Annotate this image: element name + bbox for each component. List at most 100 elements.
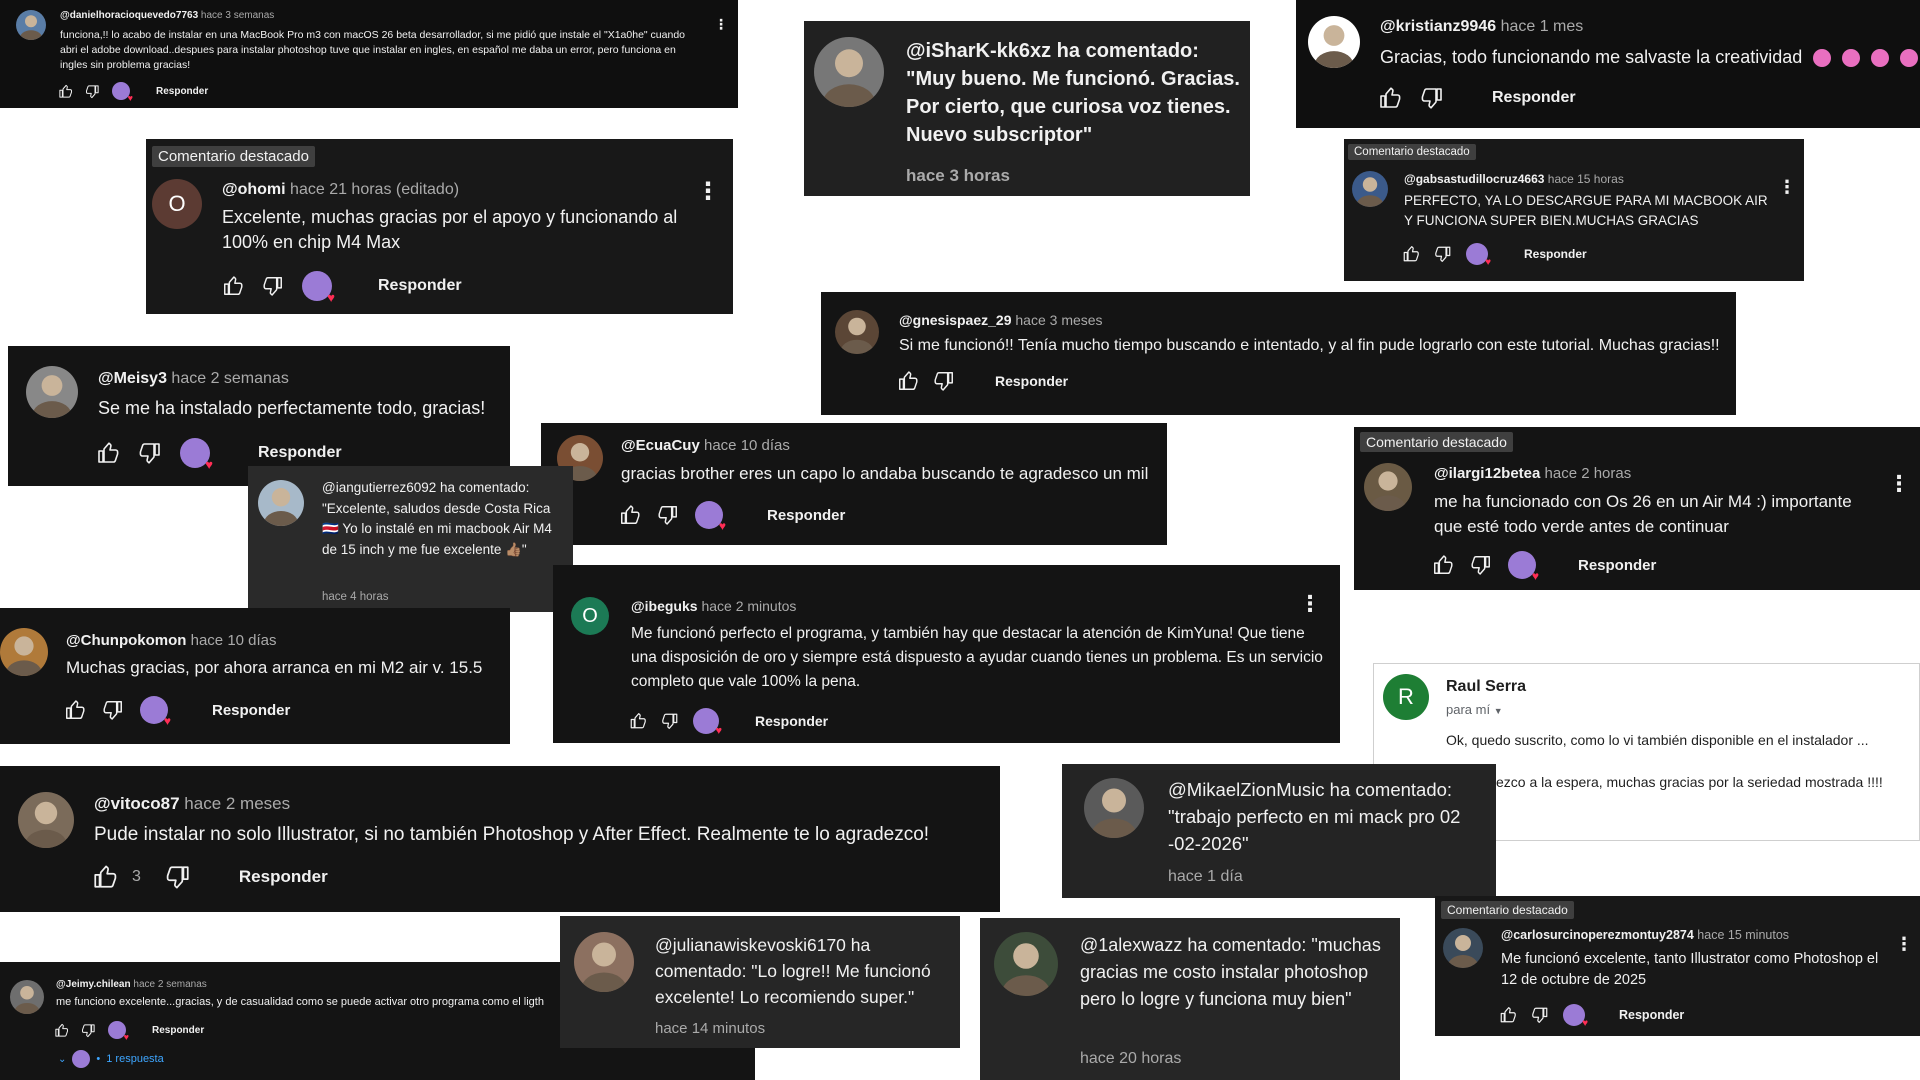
avatar[interactable] xyxy=(0,628,48,676)
comment-time: hace 15 minutos xyxy=(1697,928,1790,942)
creator-heart-icon: ♥ xyxy=(1466,243,1491,268)
comment-username[interactable]: @gnesispaez_29 xyxy=(899,312,1012,328)
comment-time: hace 2 horas xyxy=(1544,465,1632,482)
person-icon xyxy=(16,10,46,40)
avatar[interactable] xyxy=(1084,778,1144,838)
avatar[interactable] xyxy=(1364,463,1412,511)
reply-button[interactable]: Responder xyxy=(755,713,828,729)
more-options-icon[interactable]: ⋮ xyxy=(1888,471,1910,497)
comment-username[interactable]: @Jeimy.chilean xyxy=(56,979,131,990)
comment-username[interactable]: @ibeguks xyxy=(631,598,698,614)
like-icon[interactable] xyxy=(92,864,118,890)
dislike-icon[interactable] xyxy=(81,1023,96,1038)
avatar[interactable] xyxy=(1443,928,1483,968)
creator-heart-icon: ♥ xyxy=(693,708,722,737)
dislike-icon[interactable] xyxy=(102,699,124,721)
reply-button[interactable]: Responder xyxy=(258,444,342,462)
avatar[interactable] xyxy=(16,10,46,40)
reply-button[interactable]: Responder xyxy=(239,867,328,887)
person-icon xyxy=(1352,171,1388,207)
dislike-icon[interactable] xyxy=(1420,86,1444,110)
dislike-icon[interactable] xyxy=(933,370,955,392)
more-options-icon[interactable]: ⋮ xyxy=(1299,591,1321,617)
comment-text: PERFECTO, YA LO DESCARGUE PARA MI MACBOO… xyxy=(1404,193,1768,228)
chevron-down-icon[interactable]: ▼ xyxy=(1494,706,1503,716)
featured-badge: Comentario destacado xyxy=(1360,432,1513,452)
more-options-icon[interactable]: ⋮ xyxy=(1778,177,1796,198)
dislike-icon[interactable] xyxy=(165,864,191,890)
avatar[interactable] xyxy=(18,792,74,848)
like-icon[interactable] xyxy=(58,84,73,99)
person-icon xyxy=(258,480,304,526)
like-icon[interactable] xyxy=(897,370,919,392)
comment-username[interactable]: @EcuaCuy xyxy=(621,437,700,454)
comment-username[interactable]: @Chunpokomon xyxy=(66,632,186,649)
dislike-icon[interactable] xyxy=(1434,245,1452,263)
reply-button[interactable]: Responder xyxy=(1524,247,1587,261)
avatar[interactable] xyxy=(1308,16,1360,68)
comment-username[interactable]: @gabsastudillocruz4663 xyxy=(1404,172,1544,186)
reply-button[interactable]: Responder xyxy=(1619,1008,1684,1022)
comment-time: hace 2 semanas xyxy=(133,979,207,990)
dislike-icon[interactable] xyxy=(657,504,679,526)
comment-username[interactable]: @ilargi12betea xyxy=(1434,465,1540,482)
avatar[interactable] xyxy=(1352,171,1388,207)
like-icon[interactable] xyxy=(54,1023,69,1038)
comment-username[interactable]: @Meisy3 xyxy=(98,370,167,387)
comment-card-carlosurcino: Comentario destacado @carlosurcinoperezm… xyxy=(1435,896,1920,1036)
dislike-icon[interactable] xyxy=(1470,554,1492,576)
avatar[interactable] xyxy=(10,980,44,1014)
comment-text: Si me funcionó!! Tenía mucho tiempo busc… xyxy=(899,337,1720,354)
avatar[interactable] xyxy=(26,366,78,418)
comment-card-ohomi: Comentario destacado O @ohomi hace 21 ho… xyxy=(146,139,733,314)
dislike-icon[interactable] xyxy=(1531,1006,1549,1024)
comment-username[interactable]: @carlosurcinoperezmontuy2874 xyxy=(1501,928,1694,942)
email-sender[interactable]: Raul Serra xyxy=(1446,678,1526,696)
reply-button[interactable]: Responder xyxy=(152,1025,204,1036)
like-icon[interactable] xyxy=(1402,245,1420,263)
comment-card-vitoco87: @vitoco87 hace 2 meses Pude instalar no … xyxy=(0,766,1000,912)
like-icon[interactable] xyxy=(222,275,244,297)
reply-button[interactable]: Responder xyxy=(156,86,208,97)
like-icon[interactable] xyxy=(96,441,120,465)
avatar[interactable] xyxy=(258,480,304,526)
chevron-down-icon[interactable]: ⌄ xyxy=(58,1054,66,1065)
reply-button[interactable]: Responder xyxy=(378,277,462,295)
comment-username[interactable]: @kristianz9946 xyxy=(1380,18,1496,35)
avatar[interactable] xyxy=(994,932,1058,996)
reply-button[interactable]: Responder xyxy=(767,507,845,524)
avatar[interactable]: R xyxy=(1383,674,1429,720)
reply-button[interactable]: Responder xyxy=(1578,557,1656,574)
person-icon xyxy=(1364,463,1412,511)
like-icon[interactable] xyxy=(1499,1006,1517,1024)
like-icon[interactable] xyxy=(1432,554,1454,576)
more-options-icon[interactable]: ⋮ xyxy=(714,16,728,33)
replies-toggle[interactable]: 1 respuesta xyxy=(106,1053,163,1065)
email-body-line-1: Ok, quedo suscrito, como lo vi también d… xyxy=(1446,732,1869,748)
dislike-icon[interactable] xyxy=(85,84,100,99)
like-icon[interactable] xyxy=(629,712,647,730)
person-icon xyxy=(814,37,884,107)
more-options-icon[interactable]: ⋮ xyxy=(1895,934,1913,955)
like-icon[interactable] xyxy=(619,504,641,526)
dislike-icon[interactable] xyxy=(138,441,162,465)
dislike-icon[interactable] xyxy=(262,275,284,297)
more-options-icon[interactable]: ⋮ xyxy=(696,177,720,206)
comment-username[interactable]: @vitoco87 xyxy=(94,794,180,813)
reply-button[interactable]: Responder xyxy=(212,702,290,719)
comment-username[interactable]: @danielhoracioquevedo7763 xyxy=(60,10,198,21)
dislike-icon[interactable] xyxy=(661,712,679,730)
avatar[interactable] xyxy=(574,932,634,992)
avatar[interactable] xyxy=(835,310,879,354)
reply-button[interactable]: Responder xyxy=(995,373,1068,389)
avatar[interactable] xyxy=(814,37,884,107)
emoji-icon xyxy=(1842,49,1861,68)
comment-username[interactable]: @ohomi xyxy=(222,181,286,198)
avatar[interactable]: O xyxy=(152,179,202,229)
comment-time: hace 20 horas xyxy=(1080,1050,1182,1067)
avatar[interactable]: O xyxy=(571,597,609,635)
reply-button[interactable]: Responder xyxy=(1492,89,1576,107)
featured-badge: Comentario destacado xyxy=(1441,901,1574,919)
like-icon[interactable] xyxy=(64,699,86,721)
like-icon[interactable] xyxy=(1378,86,1402,110)
